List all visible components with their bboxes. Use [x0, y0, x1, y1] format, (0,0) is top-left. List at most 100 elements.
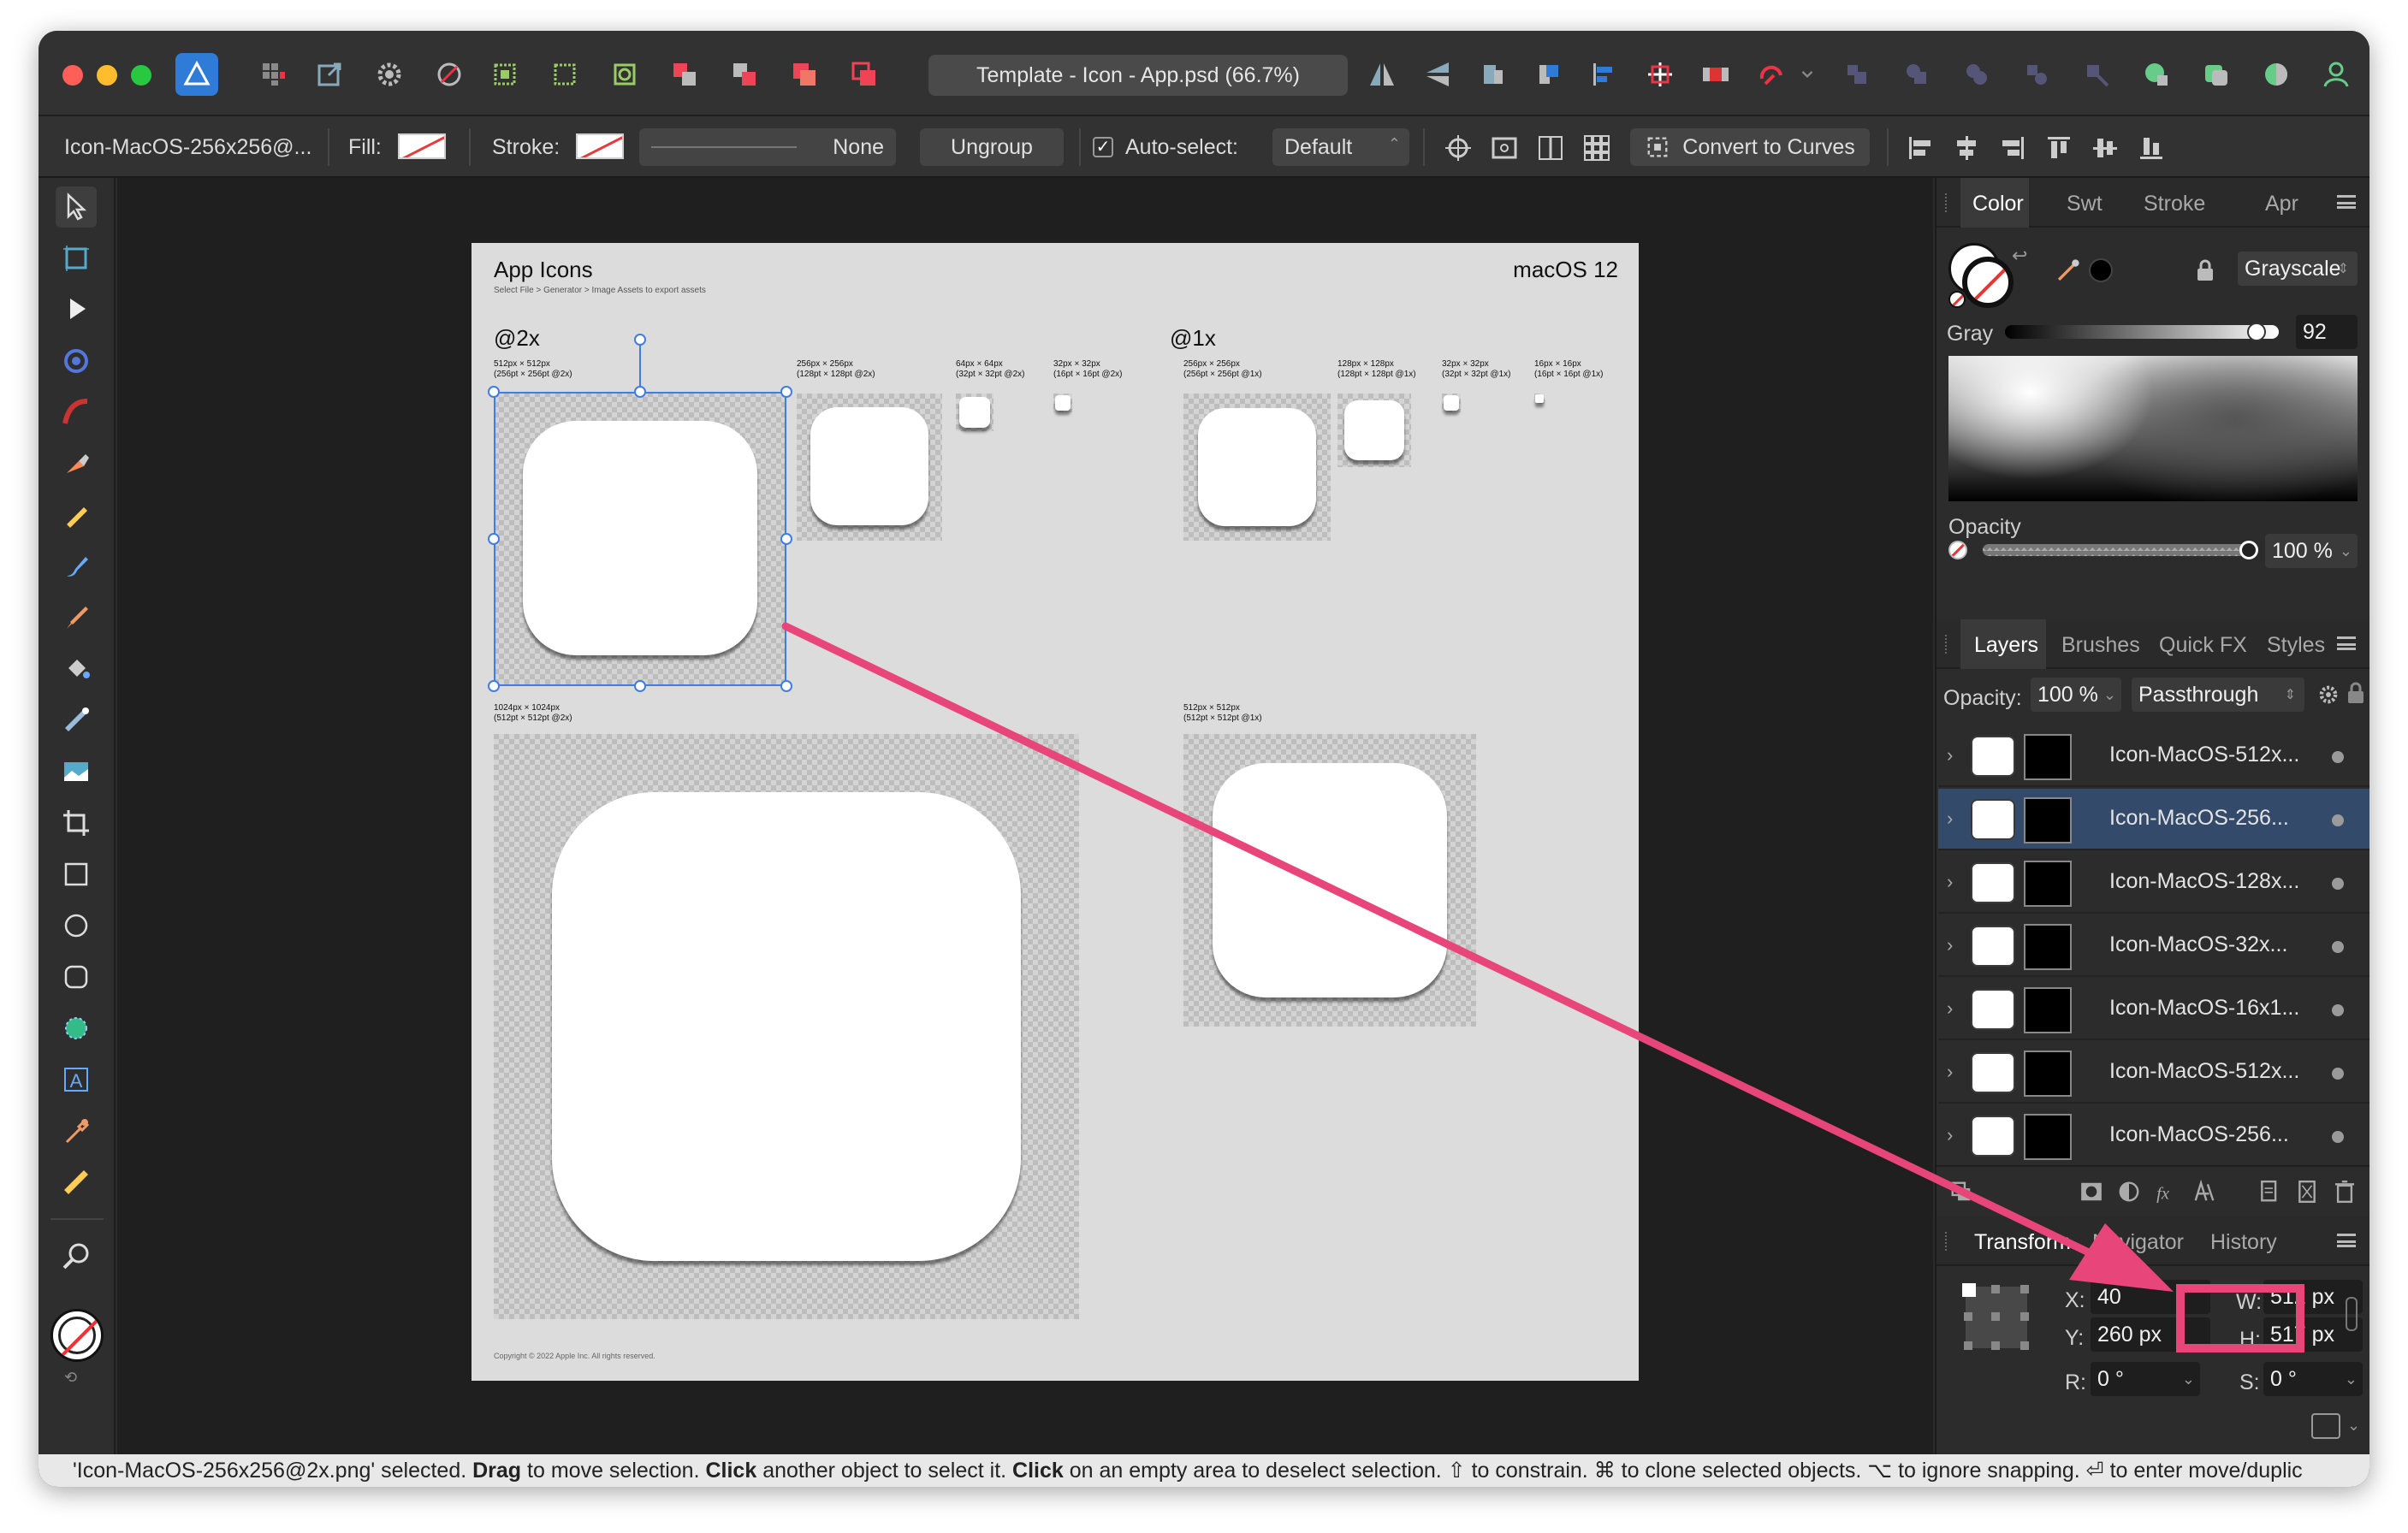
ungroup-button[interactable]: Ungroup: [920, 128, 1064, 166]
tab-brushes[interactable]: Brushes: [2061, 633, 2140, 658]
panel-menu-icon[interactable]: [2337, 636, 2356, 650]
layer-row[interactable]: › Icon-MacOS-128x...: [1938, 852, 2369, 914]
icon-slot-64-2x[interactable]: [956, 394, 993, 431]
place-image-tool-icon[interactable]: [56, 751, 97, 792]
crosshair-icon[interactable]: [1442, 132, 1474, 164]
layer-row[interactable]: › Icon-MacOS-256...: [1938, 1105, 2369, 1167]
group-layer-icon[interactable]: [2294, 1179, 2320, 1204]
icon-slot-32-1x[interactable]: [1442, 394, 1461, 412]
measure-tool-icon[interactable]: [56, 1162, 97, 1203]
tab-stroke[interactable]: Stroke: [2144, 192, 2205, 216]
resize-handle[interactable]: [634, 680, 646, 692]
none-opacity-icon[interactable]: [1948, 541, 1967, 559]
gray-slider-thumb[interactable]: [2247, 323, 2267, 341]
selection-bounding-box[interactable]: [494, 392, 786, 686]
fx-icon[interactable]: fx: [2154, 1179, 2180, 1204]
mask-icon[interactable]: [1694, 53, 1737, 96]
arrange-icon[interactable]: [1948, 1179, 1974, 1204]
visibility-dot-icon[interactable]: [2332, 751, 2344, 763]
gradient-tool-icon[interactable]: [56, 700, 97, 741]
panel-menu-icon[interactable]: [2337, 1234, 2356, 1247]
anchor-point[interactable]: [1964, 1312, 1972, 1321]
tab-swatches[interactable]: Swt: [2067, 192, 2103, 216]
studio-icon-2[interactable]: [2195, 53, 2238, 96]
anchor-point[interactable]: [2020, 1341, 2029, 1350]
expand-chevron-icon[interactable]: ›: [1947, 934, 1953, 956]
chevron-down-icon[interactable]: ⌄: [2347, 1417, 2360, 1435]
expand-chevron-icon[interactable]: ›: [1947, 1061, 1953, 1083]
node-tool-icon[interactable]: [56, 289, 97, 330]
y-field[interactable]: 260 px: [2091, 1317, 2210, 1352]
icon-slot-128-1x[interactable]: [1337, 394, 1411, 467]
stroke-width-slider[interactable]: None: [639, 128, 896, 166]
chevron-down-icon[interactable]: [1794, 53, 1820, 96]
align-center-icon[interactable]: [1534, 132, 1567, 164]
sampled-color-swatch[interactable]: [2089, 258, 2113, 282]
anchor-selector[interactable]: [1962, 1283, 2029, 1350]
dock-icon-4[interactable]: [2015, 53, 2058, 96]
tab-styles[interactable]: Styles: [2267, 633, 2325, 658]
visibility-dot-icon[interactable]: [2332, 1131, 2344, 1143]
icon-slot-1024-2x[interactable]: [494, 734, 1079, 1319]
visibility-dot-icon[interactable]: [2332, 878, 2344, 890]
affinity-designer-persona-icon[interactable]: [175, 53, 218, 96]
gray-picker-area[interactable]: [1948, 356, 2358, 501]
visibility-dot-icon[interactable]: [2332, 1004, 2344, 1016]
layer-row[interactable]: › Icon-MacOS-32x...: [1938, 915, 2369, 977]
layer-opacity-field[interactable]: 100 % ⌄: [2031, 678, 2121, 712]
transform-origin-icon[interactable]: [1639, 53, 1681, 96]
settings-gear-icon[interactable]: [368, 53, 411, 96]
studio-icon-1[interactable]: [2135, 53, 2178, 96]
anchor-point[interactable]: [1991, 1341, 2000, 1350]
resize-handle[interactable]: [780, 680, 792, 692]
resize-handle[interactable]: [780, 533, 792, 545]
pencil-tool-icon[interactable]: [56, 494, 97, 536]
flip-vertical-icon[interactable]: [1416, 53, 1459, 96]
eyedropper-icon[interactable]: [2055, 257, 2082, 284]
text-tool-icon[interactable]: A: [56, 1059, 97, 1100]
tab-appearance[interactable]: Apr: [2265, 192, 2298, 216]
crop-tool-icon[interactable]: [56, 802, 97, 843]
fill-stroke-well[interactable]: [50, 1309, 104, 1362]
dock-icon-5[interactable]: [2075, 53, 2118, 96]
anchor-point[interactable]: [1991, 1285, 2000, 1293]
resize-handle[interactable]: [488, 680, 500, 692]
ellipse-tool-icon[interactable]: [56, 905, 97, 946]
color-mode-dropdown[interactable]: Grayscale ⇕: [2238, 252, 2358, 286]
dock-icon-2[interactable]: [1895, 53, 1938, 96]
studio-icon-3[interactable]: [2255, 53, 2298, 96]
trash-icon[interactable]: [2332, 1179, 2358, 1204]
pixel-persona-icon[interactable]: [252, 53, 295, 96]
add-layer-icon[interactable]: [2257, 1179, 2282, 1204]
icon-slot-512-1x[interactable]: [1183, 734, 1476, 1027]
insert-target-icon[interactable]: [1750, 53, 1793, 96]
gear-icon[interactable]: [2316, 683, 2340, 707]
align-top-icon[interactable]: [2043, 132, 2075, 164]
shear-field[interactable]: 0 ° ⌄: [2263, 1362, 2363, 1396]
boolean-add-icon[interactable]: [663, 53, 706, 96]
grid-snap-icon[interactable]: [1581, 132, 1613, 164]
opacity-value-field[interactable]: 100 % ⌄: [2265, 534, 2358, 568]
align-icon[interactable]: [1583, 53, 1626, 96]
autoselect-checkbox[interactable]: ✓: [1093, 137, 1113, 157]
anchor-point[interactable]: [1964, 1341, 1972, 1350]
resize-handle[interactable]: [488, 533, 500, 545]
expand-chevron-icon[interactable]: ›: [1947, 744, 1953, 766]
mask-layer-icon[interactable]: [2079, 1179, 2104, 1204]
gray-value-field[interactable]: 92: [2296, 315, 2358, 349]
fill-tool-icon[interactable]: [56, 648, 97, 690]
document-artboard[interactable]: App Icons Select File > Generator > Imag…: [472, 243, 1639, 1381]
swap-arrow-icon[interactable]: ↩: [2012, 245, 2027, 267]
brush-tool-icon[interactable]: [56, 597, 97, 638]
resize-handle[interactable]: [780, 386, 792, 398]
live-filter-icon[interactable]: [2192, 1179, 2217, 1204]
icon-slot-32-2x[interactable]: [1053, 394, 1072, 412]
tab-transform[interactable]: Transform: [1974, 1230, 2071, 1255]
order-forward-icon[interactable]: [1527, 53, 1570, 96]
x-field[interactable]: 40: [2091, 1280, 2210, 1314]
transform-options-icon[interactable]: [2311, 1413, 2340, 1439]
swap-colors-icon[interactable]: ⟲: [64, 1369, 77, 1387]
rounded-rectangle-tool-icon[interactable]: [56, 956, 97, 997]
icon-slot-256-1x[interactable]: [1183, 394, 1331, 541]
close-window-button[interactable]: [62, 65, 83, 86]
